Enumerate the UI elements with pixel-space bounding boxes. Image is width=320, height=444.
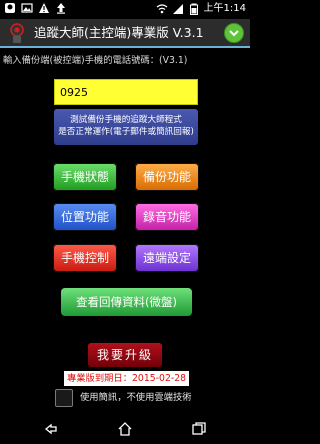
upload-icon <box>57 3 65 14</box>
wifi-icon <box>156 4 167 14</box>
home-icon[interactable] <box>117 421 133 437</box>
signal-icon <box>172 4 183 14</box>
battery-icon <box>189 3 198 15</box>
alert-icon <box>39 3 49 13</box>
sms-option-label: 使用簡訊，不使用雲端技術 <box>80 392 192 403</box>
chevron-down-icon <box>229 30 239 37</box>
test-button-line1: 測試備份手機的追蹤大師程式 <box>70 115 182 125</box>
remote-settings-button[interactable]: 遠端設定 <box>135 244 199 272</box>
sms-option-checkbox[interactable] <box>55 389 73 407</box>
status-right-icons: 上午1:14 <box>156 2 246 16</box>
navigation-bar <box>0 413 250 444</box>
view-returned-data-button[interactable]: 查看回傳資料(微盤) <box>61 288 192 316</box>
recording-function-button[interactable]: 錄音功能 <box>135 203 199 231</box>
status-left-icons <box>4 2 67 14</box>
phone-number-field[interactable]: 0925 <box>54 79 198 105</box>
test-button-line2: 是否正常運作(電子郵件或簡訊回報) <box>58 127 194 137</box>
app-logo-icon <box>10 23 24 43</box>
phone-control-button[interactable]: 手機控制 <box>53 244 117 272</box>
expiry-date: 專業版到期日：2015-02-28 <box>64 371 189 386</box>
recent-apps-icon[interactable] <box>191 421 207 437</box>
back-icon[interactable] <box>43 421 59 437</box>
phone-prompt: 輸入備份端(被控端)手機的電話號碼：(V3.1) <box>3 55 188 66</box>
app-title: 追蹤大師(主控端)專業版 V.3.1 <box>34 25 204 40</box>
location-function-button[interactable]: 位置功能 <box>53 203 117 231</box>
upgrade-button[interactable]: 我要升級 <box>88 343 162 367</box>
backup-function-button[interactable]: 備份功能 <box>135 163 199 191</box>
phone-status-button[interactable]: 手機狀態 <box>53 163 117 191</box>
photo-icon <box>21 3 33 13</box>
menu-button[interactable] <box>224 23 244 43</box>
title-bar: 追蹤大師(主控端)專業版 V.3.1 <box>0 19 250 48</box>
app-notification-icon <box>5 3 15 13</box>
status-bar: 上午1:14 <box>0 0 250 19</box>
status-time: 上午1:14 <box>203 3 246 14</box>
test-backup-button[interactable]: 測試備份手機的追蹤大師程式 是否正常運作(電子郵件或簡訊回報) <box>54 109 198 145</box>
